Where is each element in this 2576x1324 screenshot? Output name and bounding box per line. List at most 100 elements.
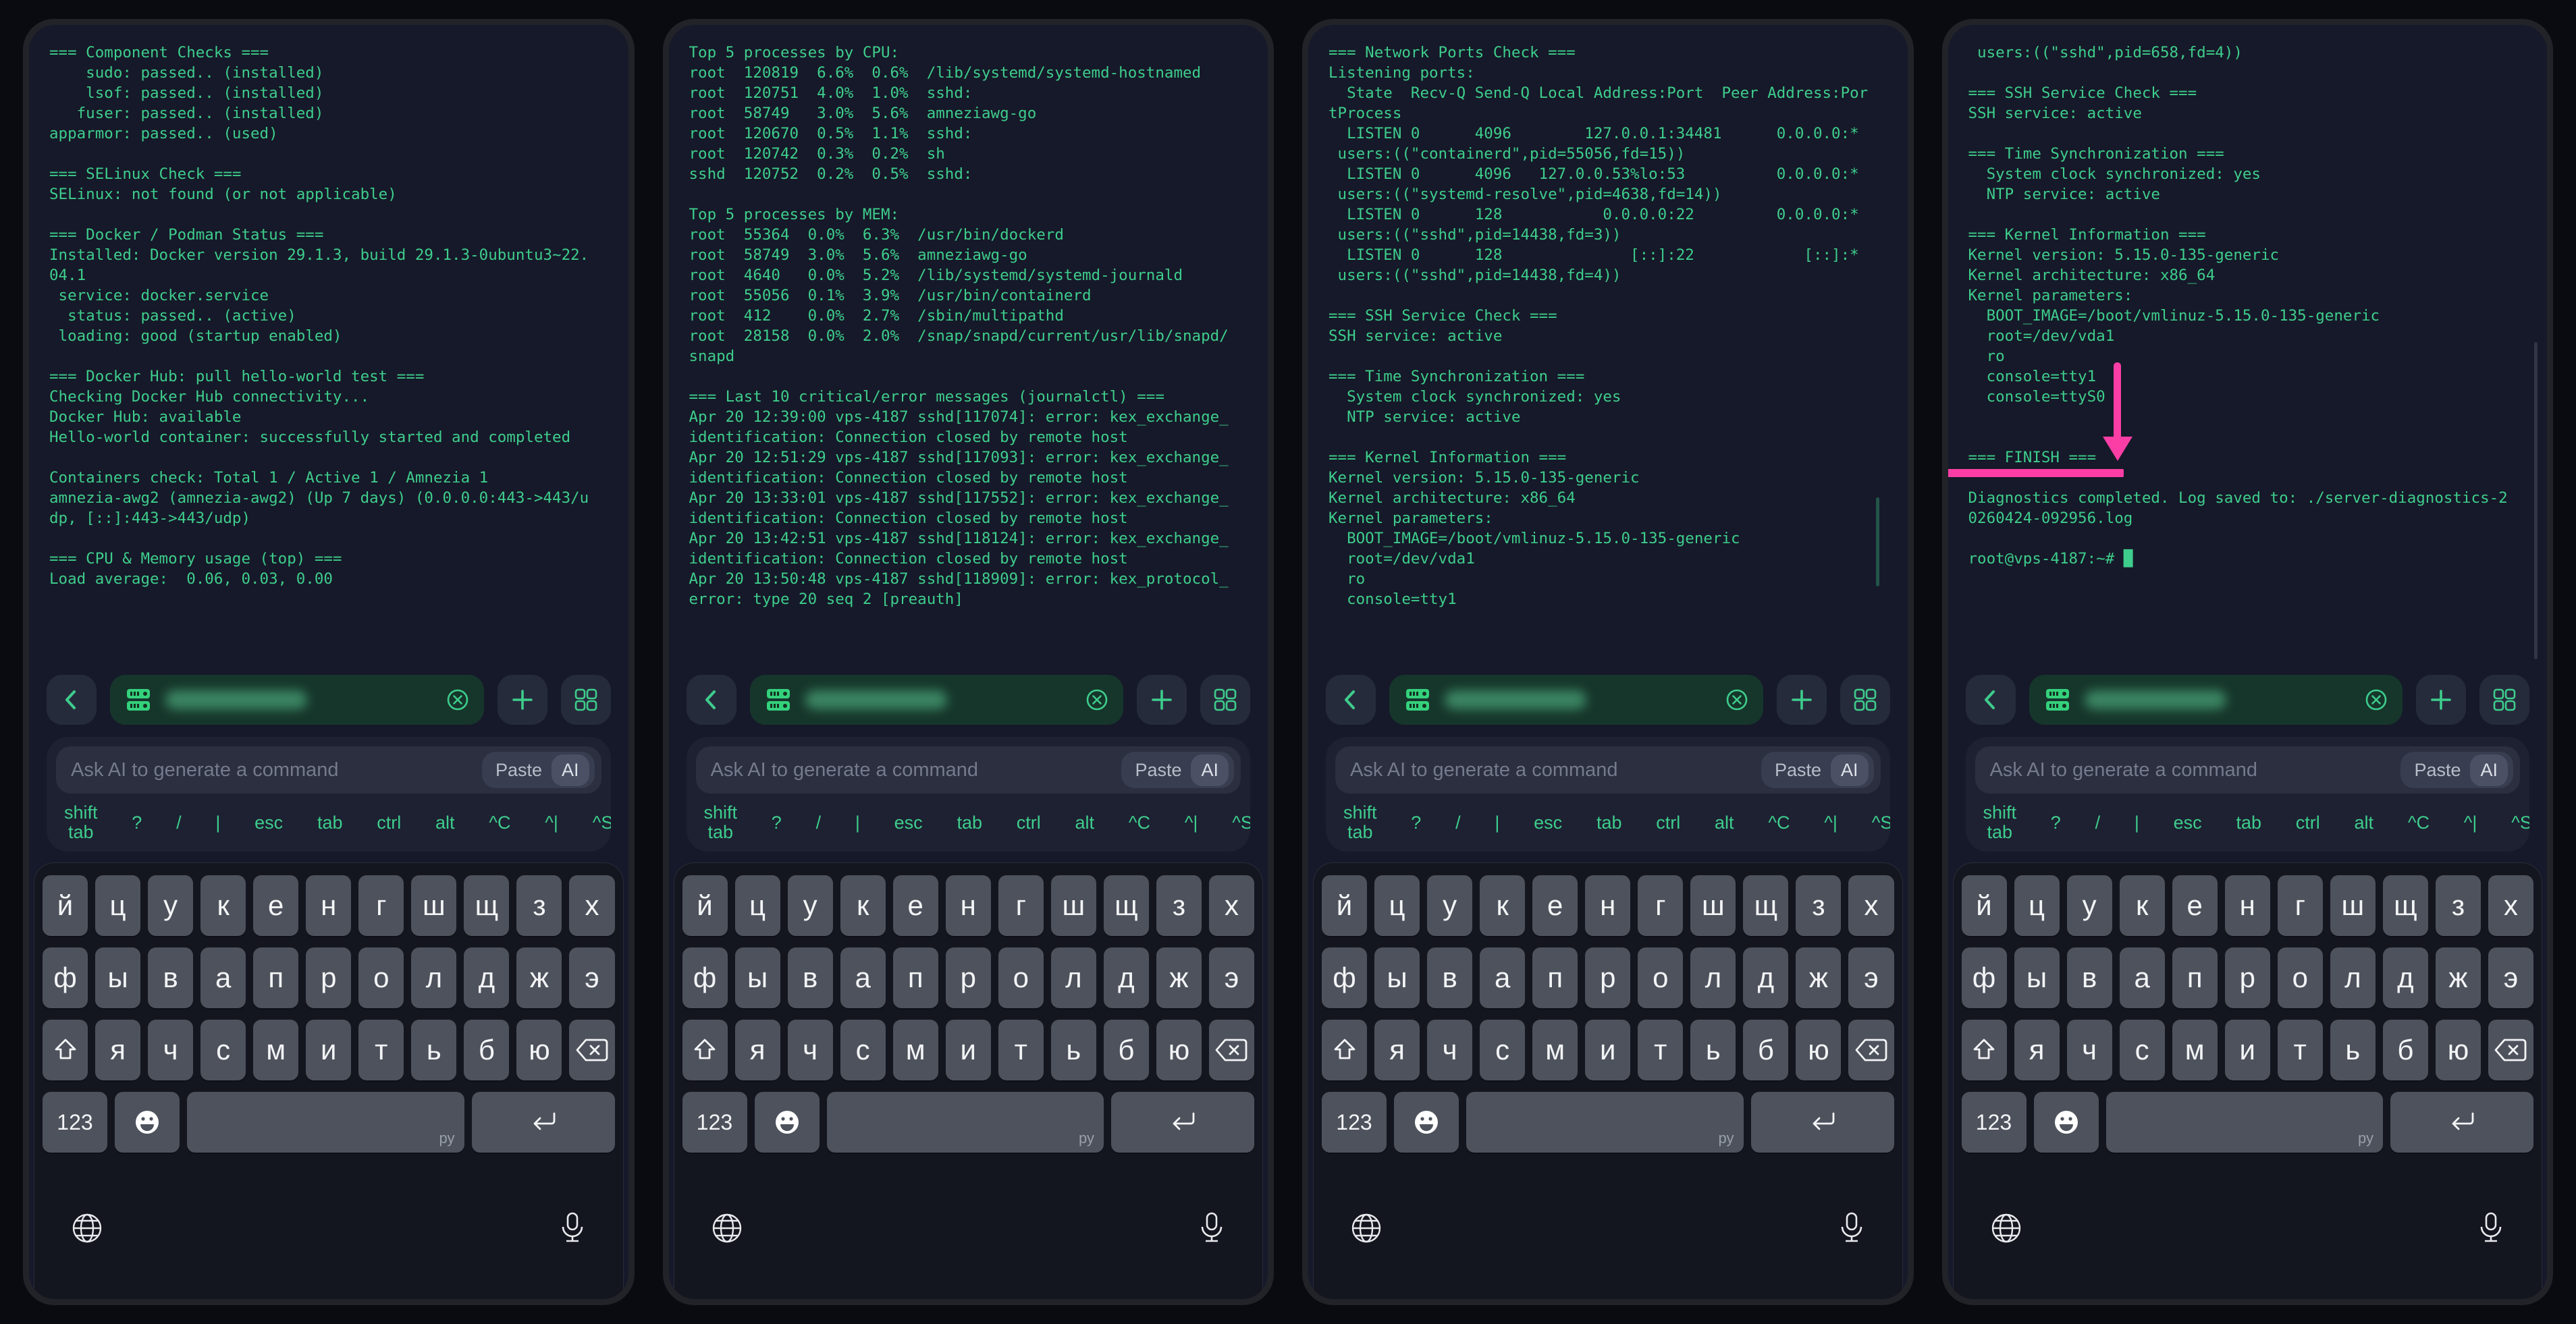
key-а[interactable]: а (200, 947, 246, 1008)
key-с[interactable]: с (1480, 1020, 1525, 1080)
key-у[interactable]: у (1427, 875, 1472, 936)
key-и[interactable]: и (2225, 1020, 2270, 1080)
sessions-grid-button[interactable] (561, 675, 611, 725)
key-п[interactable]: п (893, 947, 938, 1008)
shortcut-key[interactable]: shift tab (64, 803, 98, 842)
paste-button[interactable]: Paste AI (1761, 752, 1874, 788)
key-э[interactable]: э (569, 947, 614, 1008)
new-tab-button[interactable] (498, 675, 547, 725)
close-tab-icon[interactable] (445, 687, 471, 713)
key-л[interactable]: л (2330, 947, 2376, 1008)
key-о[interactable]: о (358, 947, 404, 1008)
key-а[interactable]: а (2120, 947, 2165, 1008)
key-ж[interactable]: ж (1796, 947, 1841, 1008)
key-ц[interactable]: ц (2014, 875, 2060, 936)
key-ш[interactable]: ш (2330, 875, 2376, 936)
back-button[interactable] (47, 675, 97, 725)
key-ы[interactable]: ы (735, 947, 780, 1008)
key-т[interactable]: т (2278, 1020, 2323, 1080)
return-key[interactable] (1111, 1092, 1254, 1153)
key-з[interactable]: з (2436, 875, 2481, 936)
shortcut-key[interactable]: esc (894, 813, 923, 833)
shortcut-key[interactable]: ^S (1232, 813, 1250, 833)
key-с[interactable]: с (200, 1020, 246, 1080)
shortcut-key[interactable]: ? (2051, 813, 2061, 833)
key-п[interactable]: п (253, 947, 298, 1008)
key-э[interactable]: э (1848, 947, 1894, 1008)
shortcut-key[interactable]: ^| (2464, 813, 2477, 833)
shortcut-key[interactable]: ? (772, 813, 782, 833)
numbers-key[interactable]: 123 (43, 1092, 107, 1153)
ai-command-input[interactable]: Ask AI to generate a command Paste AI (696, 746, 1241, 794)
sessions-grid-button[interactable] (1840, 675, 1890, 725)
key-э[interactable]: э (2488, 947, 2533, 1008)
key-о[interactable]: о (2278, 947, 2323, 1008)
key-м[interactable]: м (2172, 1020, 2218, 1080)
key-й[interactable]: й (1322, 875, 1367, 936)
key-б[interactable]: б (464, 1020, 509, 1080)
key-ш[interactable]: ш (1051, 875, 1096, 936)
shortcut-key[interactable]: alt (1715, 813, 1734, 833)
keyboard-switch-button[interactable] (70, 1211, 105, 1246)
key-з[interactable]: з (516, 875, 562, 936)
shortcut-key[interactable]: ^S (1872, 813, 1890, 833)
key-ь[interactable]: ь (1690, 1020, 1736, 1080)
shortcut-key[interactable]: ? (1411, 813, 1421, 833)
shortcut-key[interactable]: | (215, 813, 220, 833)
shortcut-key[interactable]: alt (435, 813, 455, 833)
key-в[interactable]: в (148, 947, 193, 1008)
key-о[interactable]: о (998, 947, 1044, 1008)
key-ь[interactable]: ь (1051, 1020, 1096, 1080)
session-tab[interactable] (750, 675, 1124, 725)
key-б[interactable]: б (2383, 1020, 2428, 1080)
key-е[interactable]: е (253, 875, 298, 936)
key-ь[interactable]: ь (411, 1020, 456, 1080)
shortcut-key[interactable]: / (1455, 813, 1461, 833)
key-и[interactable]: и (306, 1020, 351, 1080)
key-б[interactable]: б (1104, 1020, 1149, 1080)
back-button[interactable] (687, 675, 736, 725)
key-а[interactable]: а (1480, 947, 1525, 1008)
close-tab-icon[interactable] (1724, 687, 1750, 713)
key-в[interactable]: в (1427, 947, 1472, 1008)
dictation-button[interactable] (2475, 1211, 2506, 1246)
close-tab-icon[interactable] (2363, 687, 2389, 713)
shortcut-key[interactable]: ^C (489, 813, 510, 833)
terminal-output[interactable]: === Network Ports Check === Listening po… (1308, 25, 1908, 667)
key-с[interactable]: с (840, 1020, 886, 1080)
key-я[interactable]: я (2014, 1020, 2060, 1080)
shortcut-key[interactable]: ctrl (1017, 813, 1041, 833)
key-д[interactable]: д (464, 947, 509, 1008)
shortcut-key[interactable]: shift tab (704, 803, 738, 842)
keyboard-switch-button[interactable] (709, 1211, 745, 1246)
sessions-grid-button[interactable] (2479, 675, 2529, 725)
shortcut-key[interactable]: / (176, 813, 182, 833)
shortcut-key[interactable]: / (816, 813, 822, 833)
key-б[interactable]: б (1743, 1020, 1788, 1080)
shortcut-key[interactable]: ^| (1824, 813, 1837, 833)
emoji-key[interactable] (755, 1092, 820, 1153)
ai-command-input[interactable]: Ask AI to generate a command Paste AI (56, 746, 601, 794)
keyboard-switch-button[interactable] (1349, 1211, 1384, 1246)
key-м[interactable]: м (253, 1020, 298, 1080)
dictation-button[interactable] (1196, 1211, 1227, 1246)
numbers-key[interactable]: 123 (682, 1092, 747, 1153)
shortcut-key[interactable]: shift tab (1983, 803, 2017, 842)
keyboard-switch-button[interactable] (1989, 1211, 2024, 1246)
key-з[interactable]: з (1796, 875, 1841, 936)
shortcut-key[interactable]: ? (132, 813, 142, 833)
key-н[interactable]: н (306, 875, 351, 936)
key-д[interactable]: д (1743, 947, 1788, 1008)
back-button[interactable] (1966, 675, 2016, 725)
key-ф[interactable]: ф (1962, 947, 2007, 1008)
shortcut-key[interactable]: ^| (1185, 813, 1198, 833)
space-key[interactable]: ру (2106, 1092, 2384, 1153)
key-ц[interactable]: ц (1374, 875, 1420, 936)
shortcut-key[interactable]: tab (317, 813, 343, 833)
return-key[interactable] (2390, 1092, 2533, 1153)
shortcut-key[interactable]: | (1495, 813, 1499, 833)
ai-command-input[interactable]: Ask AI to generate a command Paste AI (1975, 746, 2521, 794)
space-key[interactable]: ру (187, 1092, 464, 1153)
key-ч[interactable]: ч (788, 1020, 833, 1080)
shift-key[interactable] (682, 1020, 728, 1080)
